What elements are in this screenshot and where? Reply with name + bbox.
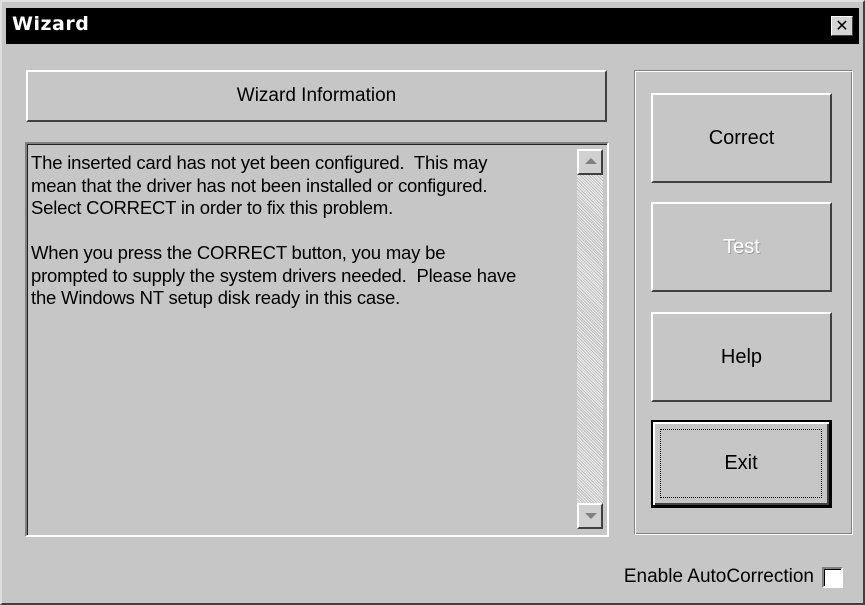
help-button-label: Help	[720, 345, 763, 368]
info-text-box[interactable]: The inserted card has not yet been confi…	[25, 142, 609, 537]
button-panel: Correct Test Help Exit	[634, 70, 853, 535]
scroll-up-button[interactable]	[577, 149, 603, 175]
title-bar[interactable]: Wizard ✕	[6, 8, 859, 44]
focus-ring	[660, 429, 822, 498]
wizard-information-header: Wizard Information	[26, 70, 607, 122]
window-title: Wizard	[12, 13, 90, 35]
help-button[interactable]: Help	[651, 312, 832, 402]
scroll-up-arrow-icon	[585, 158, 597, 164]
test-button: Test	[651, 202, 832, 292]
test-button-label: Test	[723, 235, 760, 258]
exit-button[interactable]: Exit	[651, 420, 832, 508]
close-button[interactable]: ✕	[831, 16, 853, 36]
auto-correction-label: Enable AutoCorrection	[623, 566, 814, 587]
correct-button[interactable]: Correct	[651, 93, 832, 183]
wizard-window: Wizard ✕ Wizard Information The inserted…	[0, 0, 865, 605]
auto-correction-checkbox[interactable]	[822, 566, 843, 588]
scroll-down-button[interactable]	[577, 503, 603, 529]
correct-button-label: Correct	[708, 126, 775, 149]
info-text: The inserted card has not yet been confi…	[31, 152, 517, 308]
auto-correction-option[interactable]: Enable AutoCorrection	[624, 565, 843, 589]
vertical-scrollbar[interactable]	[577, 149, 603, 529]
scroll-down-arrow-icon	[585, 513, 597, 519]
close-icon: ✕	[835, 16, 849, 35]
